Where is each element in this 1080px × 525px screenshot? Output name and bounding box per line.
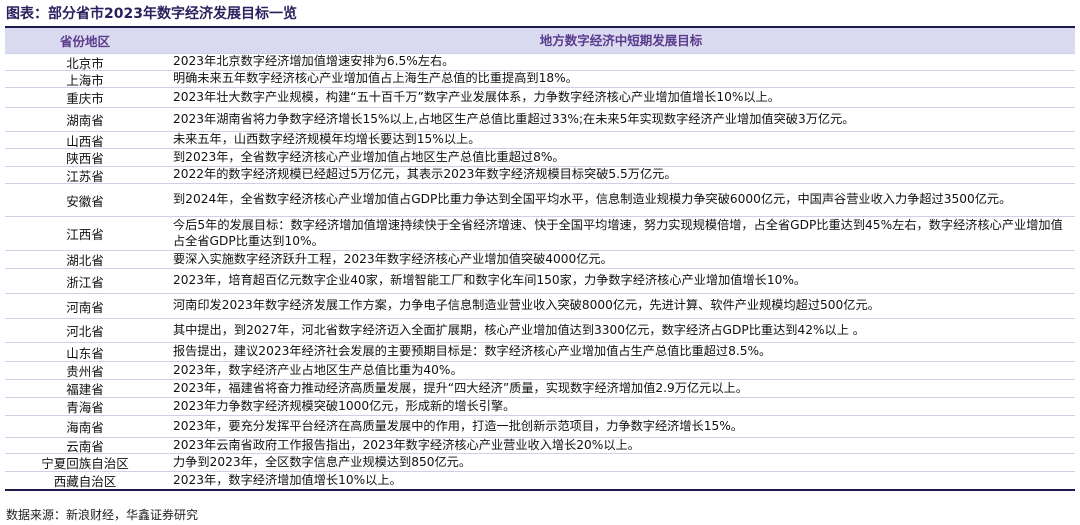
target-cell: 要深入实施数字经济跃升工程，2023年数字经济核心产业增加值突破4000亿元。 [173, 251, 613, 266]
source-note: 数据来源：新浪财经，华鑫证券研究 [6, 508, 199, 522]
target-cell: 未来五年，山西数字经济规模年均增长要达到15%以上。 [173, 132, 481, 147]
target-cell: 2023年壮大数字产业规模，构建“五十百千万”数字产业发展体系，力争数字经济核心… [173, 89, 780, 104]
target-cell: 报告提出，建议2023年经济社会发展的主要预期目标是：数字经济核心产业增加值占生… [173, 344, 772, 359]
table-row: 湖南省 2023年湖南省将力争数字经济增长15%以上,占地区生产总值比重超过33%… [5, 107, 1075, 131]
target-cell: 2022年的数字经济规模已经超过5万亿元，其表示2023年数字经济规模目标突破5… [173, 167, 677, 182]
target-cell: 河南印发2023年数字经济发展工作方案，力争电子信息制造业营业收入突破8000亿… [173, 298, 880, 313]
table-row: 北京市 2023年北京数字经济增加值增速安排为6.5%左右。 [5, 53, 1075, 71]
table-row: 上海市 明确未来五年数字经济核心产业增加值占上海生产总值的比重提高到18%。 [5, 70, 1075, 88]
table-row: 江苏省 2022年的数字经济规模已经超过5万亿元，其表示2023年数字经济规模目标… [5, 166, 1075, 184]
target-cell: 2023年力争数字经济规模突破1000亿元，形成新的增长引擎。 [173, 398, 516, 413]
region-cell: 青海省 [66, 400, 104, 415]
region-cell: 山东省 [66, 345, 104, 361]
target-cell: 其中提出，到2027年，河北省数字经济迈入全面扩展期，核心产业增加值达到3300… [173, 322, 865, 337]
target-cell: 2023年，要充分发挥平台经济在高质量发展中的作用，打造一批创新示范项目，力争数… [173, 418, 743, 433]
table-row: 河南省 河南印发2023年数字经济发展工作方案，力争电子信息制造业营业收入突破80… [5, 293, 1075, 318]
region-cell: 湖北省 [66, 253, 104, 268]
table-row: 贵州省 2023年，数字经济产业占地区生产总值比重为40%。 [5, 361, 1075, 379]
region-cell: 上海市 [66, 72, 104, 88]
table-row: 宁夏回族自治区 力争到2023年，全区数字信息产业规模达到850亿元。 [5, 453, 1075, 471]
header-target: 地方数字经济中短期发展目标 [539, 32, 703, 48]
table-row: 福建省 2023年，福建省将奋力推动经济高质量发展，提升“四大经济”质量，实现数字… [5, 379, 1075, 397]
region-cell: 重庆市 [66, 91, 104, 106]
table-row: 江西省 今后5年的发展目标：数字经济增加值增速持续快于全省经济增速、快于全国平均增… [5, 216, 1075, 250]
target-cell: 2023年北京数字经济增加值增速安排为6.5%左右。 [173, 54, 455, 69]
table-row: 云南省 2023年云南省政府工作报告指出，2023年数字经济核心产业营业收入增长2… [5, 437, 1075, 454]
table-row: 陕西省 到2023年，全省数字经济核心产业增加值占地区生产总值比重超过8%。 [5, 148, 1075, 166]
region-cell: 河北省 [66, 324, 104, 339]
table-row: 西藏自治区 2023年，数字经济增加值增长10%以上。 [5, 471, 1075, 489]
table-row: 湖北省 要深入实施数字经济跃升工程，2023年数字经济核心产业增加值突破4000亿… [5, 250, 1075, 268]
target-cell: 今后5年的发展目标：数字经济增加值增速持续快于全省经济增速、快于全国平均增速，努… [173, 218, 1063, 248]
header-region: 省份地区 [59, 34, 110, 49]
table-row: 青海省 2023年力争数字经济规模突破1000亿元，形成新的增长引擎。 [5, 397, 1075, 415]
table-row: 安徽省 到2024年，全省数字经济核心产业增加值占GDP比重力争达到全国平均水平，… [5, 183, 1075, 216]
region-cell: 西藏自治区 [53, 474, 117, 489]
region-cell: 贵州省 [66, 364, 104, 379]
table-row: 山东省 报告提出，建议2023年经济社会发展的主要预期目标是：数字经济核心产业增加… [5, 342, 1075, 361]
table-row: 海南省 2023年，要充分发挥平台经济在高质量发展中的作用，打造一批创新示范项目，… [5, 415, 1075, 437]
target-cell: 到2024年，全省数字经济核心产业增加值占GDP比重力争达到全国平均水平，信息制… [173, 192, 1012, 207]
target-cell: 2023年，福建省将奋力推动经济高质量发展，提升“四大经济”质量，实现数字经济增… [173, 380, 748, 395]
region-cell: 云南省 [66, 439, 104, 454]
region-cell: 浙江省 [66, 274, 104, 290]
target-cell: 明确未来五年数字经济核心产业增加值占上海生产总值的比重提高到18%。 [173, 71, 578, 86]
table-row: 浙江省 2023年，培育超百亿元数字企业40家，新增智能工厂和数字化车间150家，… [5, 268, 1075, 293]
region-cell: 陕西省 [66, 151, 104, 166]
table-row: 重庆市 2023年壮大数字产业规模，构建“五十百千万”数字产业发展体系，力争数字经… [5, 87, 1075, 107]
region-cell: 北京市 [66, 55, 104, 71]
region-cell: 宁夏回族自治区 [41, 456, 129, 471]
target-cell: 2023年，培育超百亿元数字企业40家，新增智能工厂和数字化车间150家，力争数… [173, 273, 807, 288]
region-cell: 福建省 [66, 382, 104, 397]
targets-table: 省份地区 地方数字经济中短期发展目标 北京市 2023年北京数字经济增加值增速安排… [5, 26, 1075, 491]
figure-title: 图表：部分省市2023年数字经济发展目标一览 [6, 6, 297, 22]
table-row: 山西省 未来五年，山西数字经济规模年均增长要达到15%以上。 [5, 131, 1075, 149]
target-cell: 2023年湖南省将力争数字经济增长15%以上,占地区生产总值比重超过33%;在未… [173, 111, 855, 126]
target-cell: 力争到2023年，全区数字信息产业规模达到850亿元。 [173, 454, 472, 469]
region-cell: 海南省 [66, 420, 104, 435]
target-cell: 到2023年，全省数字经济核心产业增加值占地区生产总值比重超过8%。 [173, 149, 565, 164]
region-cell: 山西省 [66, 133, 104, 149]
target-cell: 2023年，数字经济产业占地区生产总值比重为40%。 [173, 362, 463, 377]
region-cell: 河南省 [66, 299, 104, 315]
table-body: 北京市 2023年北京数字经济增加值增速安排为6.5%左右。上海市 明确未来五年数字… [5, 53, 1075, 489]
target-cell: 2023年，数字经济增加值增长10%以上。 [173, 472, 402, 487]
target-cell: 2023年云南省政府工作报告指出，2023年数字经济核心产业营业收入增长20%以… [173, 438, 640, 452]
table-header: 省份地区 地方数字经济中短期发展目标 [5, 28, 1075, 53]
table-row: 河北省 其中提出，到2027年，河北省数字经济迈入全面扩展期，核心产业增加值达到3… [5, 318, 1075, 342]
region-cell: 安徽省 [66, 193, 104, 209]
region-cell: 江苏省 [66, 168, 104, 184]
region-cell: 江西省 [66, 227, 104, 242]
region-cell: 湖南省 [66, 113, 104, 128]
